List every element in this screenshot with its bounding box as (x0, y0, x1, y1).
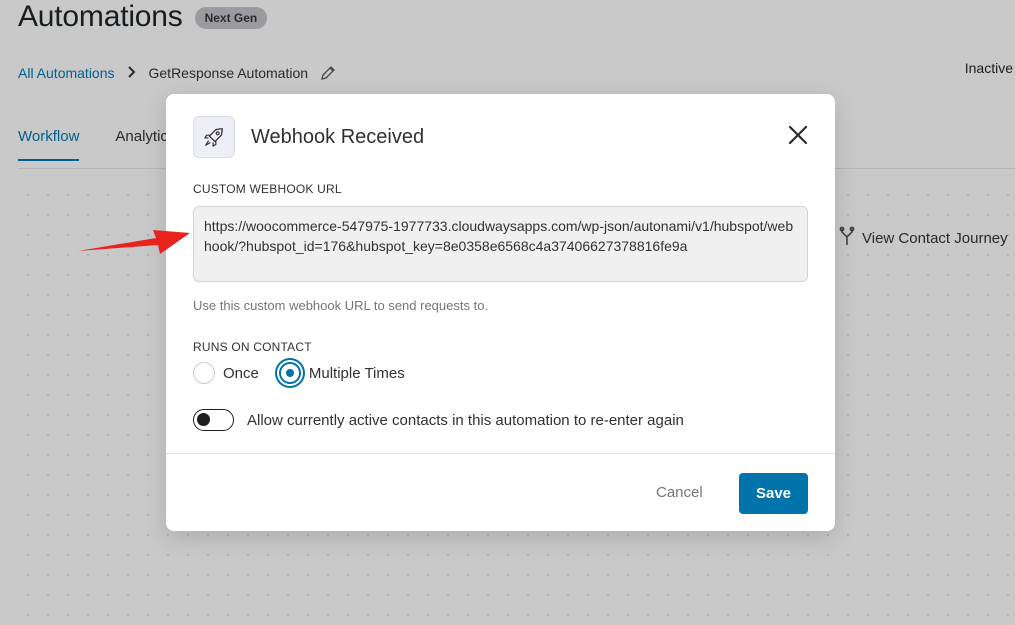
re-enter-toggle[interactable] (193, 409, 234, 431)
rocket-icon (193, 116, 235, 158)
re-enter-toggle-label: Allow currently active contacts in this … (247, 411, 684, 429)
radio-once[interactable] (193, 362, 215, 384)
modal-title: Webhook Received (251, 125, 425, 148)
save-button[interactable]: Save (739, 473, 808, 514)
radio-multiple-option[interactable]: Multiple Times (278, 362, 405, 384)
cancel-button[interactable]: Cancel (656, 484, 703, 501)
runs-on-contact-label: RUNS ON CONTACT (193, 340, 312, 354)
radio-multiple-label: Multiple Times (308, 364, 405, 382)
radio-multiple-times[interactable] (278, 362, 301, 384)
modal-footer-divider (166, 453, 835, 454)
modal-header: Webhook Received (193, 116, 424, 158)
radio-once-option[interactable]: Once (193, 362, 259, 384)
re-enter-toggle-row: Allow currently active contacts in this … (193, 409, 684, 431)
webhook-url-label: CUSTOM WEBHOOK URL (193, 182, 342, 196)
red-arrow-annotation (76, 222, 194, 263)
webhook-url-field[interactable]: https://woocommerce-547975-1977733.cloud… (193, 206, 808, 282)
webhook-received-modal: Webhook Received CUSTOM WEBHOOK URL http… (166, 94, 835, 531)
runs-on-contact-radio-group: Once Multiple Times (193, 362, 417, 384)
radio-once-label: Once (223, 364, 259, 382)
close-icon[interactable] (787, 124, 809, 146)
webhook-url-help: Use this custom webhook URL to send requ… (193, 298, 489, 313)
